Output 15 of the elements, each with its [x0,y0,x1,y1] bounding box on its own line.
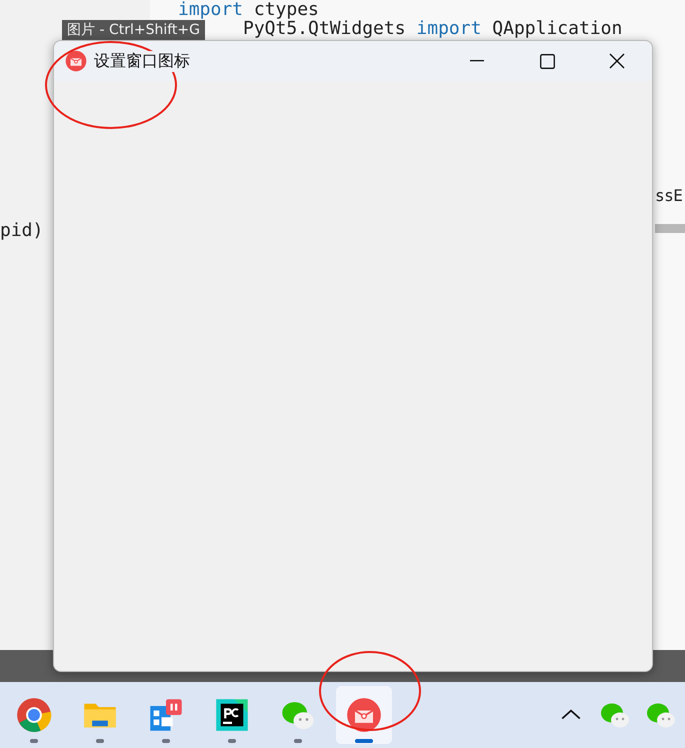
code-line: PyQt5.QtWidgets import QApplication [243,19,622,39]
code-line: pid) [0,221,44,241]
tooltip: 图片 - Ctrl+Shift+G [62,20,205,40]
video-editor-icon [148,697,184,733]
app-icon [65,50,87,72]
code-line: import ctypes [178,0,319,20]
app-icon [346,697,382,733]
browser-icon [16,697,52,733]
maximize-icon [540,54,554,68]
window-title: 设置窗口图标 [94,50,190,72]
ide-icon [214,697,250,733]
scrollbar-thumb[interactable] [655,224,685,233]
close-icon [609,53,625,69]
minimize-icon [470,60,484,62]
code-line: ssE [655,186,682,206]
